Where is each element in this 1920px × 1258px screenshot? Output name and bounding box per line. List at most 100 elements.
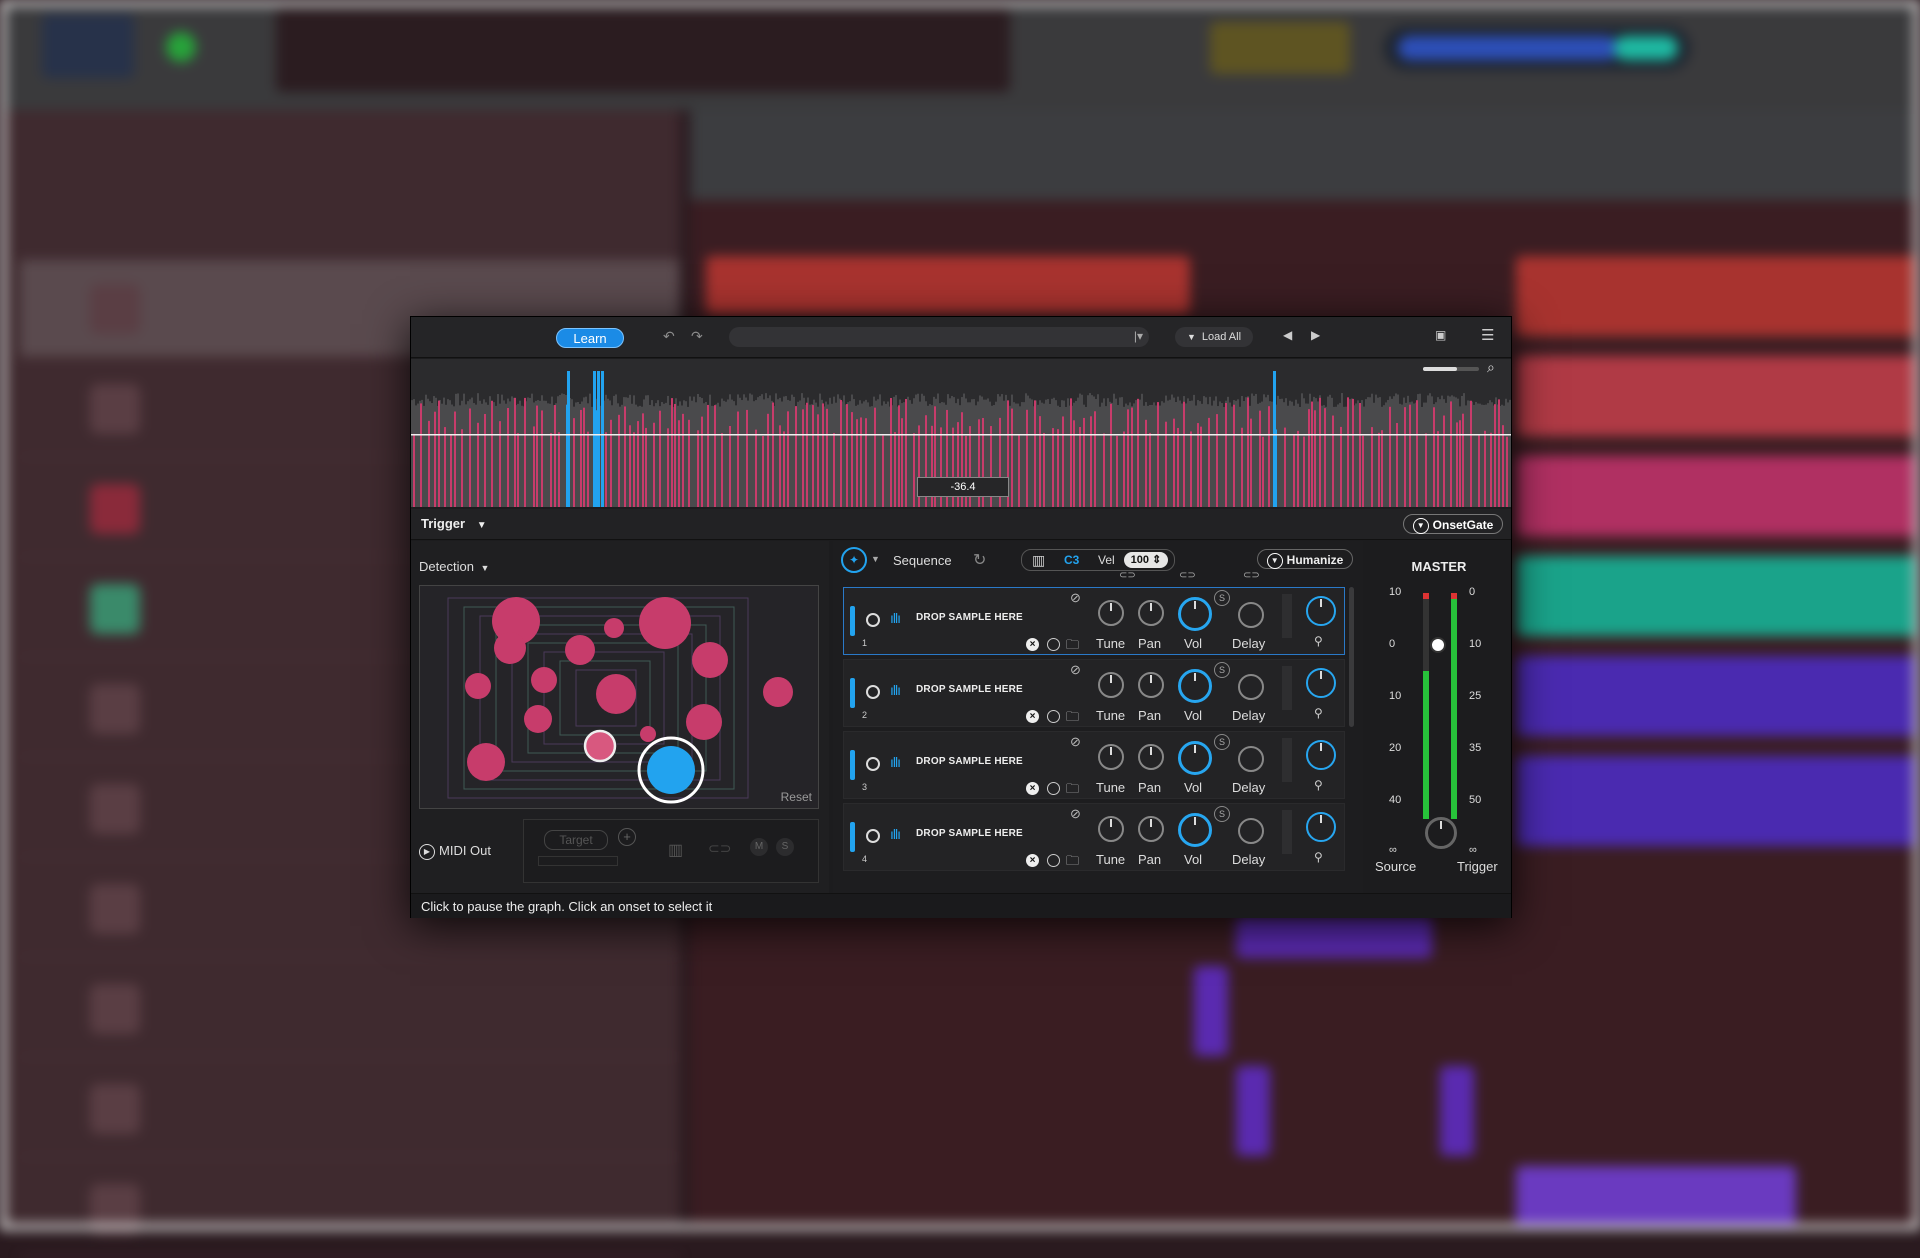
solo-button[interactable]: S: [776, 838, 794, 856]
remove-sample-icon[interactable]: ×: [1026, 638, 1039, 651]
add-icon[interactable]: +: [618, 828, 636, 846]
note-value[interactable]: C3: [1064, 550, 1079, 570]
midi-out-toggle[interactable]: ▶ MIDI Out: [419, 843, 491, 860]
link-icon[interactable]: ⊂⊃: [708, 840, 731, 857]
target-button[interactable]: Target: [544, 830, 608, 850]
zoom-icon[interactable]: ⌕: [1487, 359, 1495, 376]
tune-label: Tune: [1096, 636, 1126, 651]
pan-knob[interactable]: [1138, 816, 1164, 842]
reset-button[interactable]: Reset: [781, 790, 812, 804]
tune-knob[interactable]: [1098, 816, 1124, 842]
trigger-dropdown[interactable]: Trigger ▼: [421, 516, 487, 531]
user-icon[interactable]: ⚲: [1314, 778, 1323, 792]
user-icon[interactable]: ⚲: [1314, 850, 1323, 864]
vol-knob[interactable]: [1178, 813, 1212, 847]
pan-knob[interactable]: [1138, 744, 1164, 770]
no-phase-icon[interactable]: ⊘: [1070, 590, 1081, 606]
slot-enable-toggle[interactable]: [866, 685, 880, 699]
delay-knob[interactable]: [1238, 674, 1264, 700]
sample-info-icon[interactable]: [1047, 854, 1060, 867]
user-icon[interactable]: ⚲: [1314, 634, 1323, 648]
delay-label: Delay: [1232, 780, 1266, 795]
humanize-button[interactable]: ▼ Humanize: [1257, 549, 1353, 569]
piano-icon[interactable]: ▥: [668, 840, 683, 860]
velocity-value: 100: [1130, 554, 1150, 566]
no-phase-icon[interactable]: ⊘: [1070, 734, 1081, 750]
threshold-readout[interactable]: -36.4: [917, 477, 1009, 497]
remove-sample-icon[interactable]: ×: [1026, 854, 1039, 867]
sample-slot[interactable]: ıllı DROP SAMPLE HERE 1 × 🗀 ⊘ Tune Pan V…: [843, 587, 1345, 655]
output-knob[interactable]: [1306, 596, 1336, 626]
link-icon[interactable]: ⊂⊃: [1243, 570, 1260, 581]
undo-icon[interactable]: ↶: [663, 328, 675, 345]
no-phase-icon[interactable]: ⊘: [1070, 806, 1081, 822]
delay-knob[interactable]: [1238, 818, 1264, 844]
piano-icon[interactable]: ▥: [1032, 550, 1045, 570]
drop-sample-zone[interactable]: DROP SAMPLE HERE: [916, 612, 1023, 623]
sample-slot[interactable]: ıllı DROP SAMPLE HERE 2 × 🗀 ⊘ Tune Pan V…: [843, 659, 1345, 727]
slot-mode-icon[interactable]: ✦: [841, 547, 867, 573]
bubble-graph[interactable]: [420, 586, 818, 808]
slots-scrollbar[interactable]: [1349, 587, 1354, 727]
onset-waveform[interactable]: -36.4 ⌕: [411, 359, 1511, 507]
output-knob[interactable]: [1306, 812, 1336, 842]
slot-number: 1: [862, 638, 868, 648]
slot-solo-button[interactable]: S: [1214, 662, 1230, 678]
drop-sample-zone[interactable]: DROP SAMPLE HERE: [916, 756, 1023, 767]
slot-solo-button[interactable]: S: [1214, 590, 1230, 606]
sample-slot[interactable]: ıllı DROP SAMPLE HERE 3 × 🗀 ⊘ Tune Pan V…: [843, 731, 1345, 799]
folder-icon[interactable]: 🗀: [1066, 708, 1079, 730]
folder-icon[interactable]: 🗀: [1066, 780, 1079, 802]
master-scale-tick: ∞: [1469, 844, 1477, 856]
slot-enable-toggle[interactable]: [866, 757, 880, 771]
detection-dropdown[interactable]: Detection ▼: [419, 559, 489, 574]
chevron-down-icon[interactable]: ▼: [871, 554, 880, 564]
folder-icon[interactable]: 🗀: [1066, 852, 1079, 874]
preset-selector[interactable]: |▾: [729, 327, 1149, 347]
next-preset-icon[interactable]: ▶: [1311, 328, 1320, 342]
no-phase-icon[interactable]: ⊘: [1070, 662, 1081, 678]
slot-enable-toggle[interactable]: [866, 829, 880, 843]
sample-slot[interactable]: ıllı DROP SAMPLE HERE 4 × 🗀 ⊘ Tune Pan V…: [843, 803, 1345, 871]
vol-knob[interactable]: [1178, 597, 1212, 631]
user-icon[interactable]: ⚲: [1314, 706, 1323, 720]
vol-knob[interactable]: [1178, 741, 1212, 775]
folder-icon[interactable]: 🗀: [1066, 636, 1079, 658]
save-icon[interactable]: ▣: [1435, 328, 1446, 342]
detection-graph[interactable]: Reset: [419, 585, 819, 809]
slot-solo-button[interactable]: S: [1214, 806, 1230, 822]
menu-icon[interactable]: ☰: [1481, 326, 1494, 344]
slot-solo-button[interactable]: S: [1214, 734, 1230, 750]
learn-button[interactable]: Learn: [556, 328, 624, 348]
source-trigger-mix-knob[interactable]: [1425, 817, 1457, 849]
velocity-field[interactable]: 100 ⇕: [1124, 552, 1168, 568]
pan-knob[interactable]: [1138, 600, 1164, 626]
drop-sample-zone[interactable]: DROP SAMPLE HERE: [916, 684, 1023, 695]
sample-info-icon[interactable]: [1047, 638, 1060, 651]
previous-preset-icon[interactable]: ◀: [1283, 328, 1292, 342]
slot-enable-toggle[interactable]: [866, 613, 880, 627]
zoom-slider[interactable]: [1423, 367, 1479, 371]
remove-sample-icon[interactable]: ×: [1026, 710, 1039, 723]
delay-knob[interactable]: [1238, 602, 1264, 628]
link-icon[interactable]: ⊂⊃: [1179, 570, 1196, 581]
output-knob[interactable]: [1306, 668, 1336, 698]
drop-sample-zone[interactable]: DROP SAMPLE HERE: [916, 828, 1023, 839]
tune-knob[interactable]: [1098, 744, 1124, 770]
link-icon[interactable]: ⊂⊃: [1119, 570, 1136, 581]
onset-detector-select[interactable]: ▼ OnsetGate: [1403, 514, 1503, 534]
tune-knob[interactable]: [1098, 672, 1124, 698]
sample-info-icon[interactable]: [1047, 782, 1060, 795]
master-fader-handle[interactable]: [1430, 637, 1446, 653]
sample-info-icon[interactable]: [1047, 710, 1060, 723]
redo-icon[interactable]: ↷: [691, 328, 703, 345]
tune-knob[interactable]: [1098, 600, 1124, 626]
output-knob[interactable]: [1306, 740, 1336, 770]
mute-button[interactable]: M: [750, 838, 768, 856]
delay-knob[interactable]: [1238, 746, 1264, 772]
pan-knob[interactable]: [1138, 672, 1164, 698]
remove-sample-icon[interactable]: ×: [1026, 782, 1039, 795]
load-all-button[interactable]: ▼ Load All: [1175, 327, 1253, 347]
refresh-icon[interactable]: ↻: [973, 550, 986, 570]
vol-knob[interactable]: [1178, 669, 1212, 703]
